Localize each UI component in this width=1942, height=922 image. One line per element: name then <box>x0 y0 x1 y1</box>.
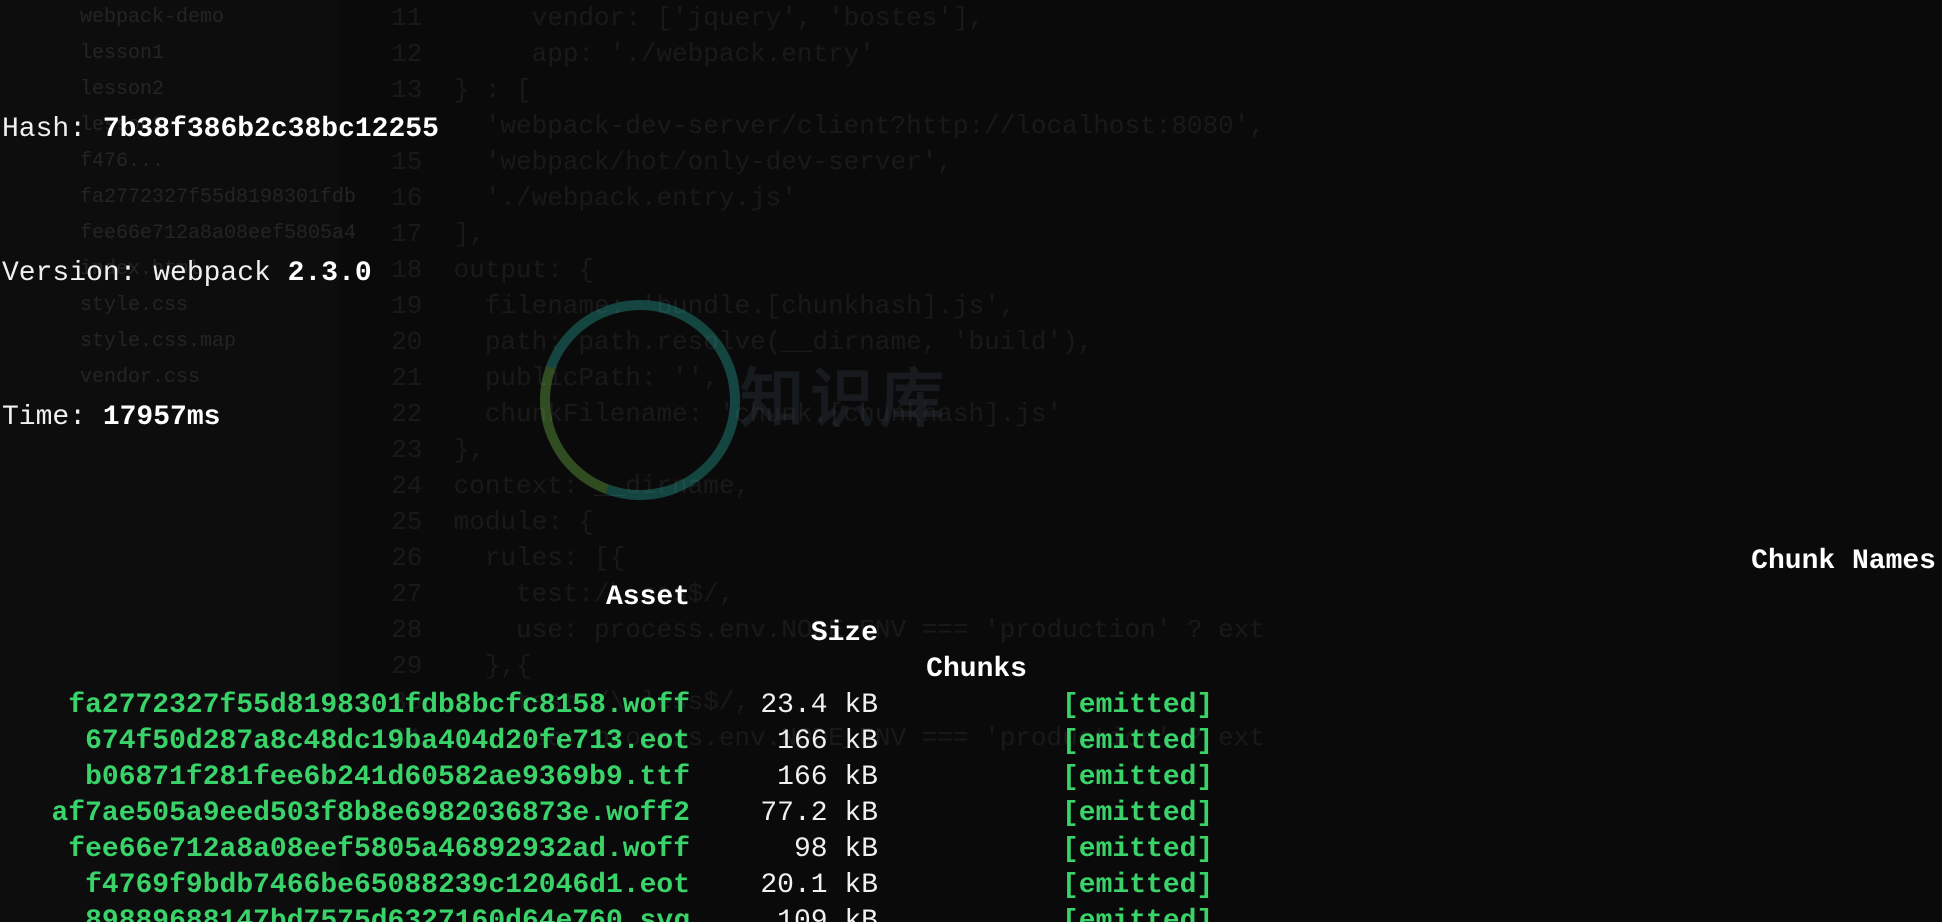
asset-size: 166 kB <box>710 760 878 796</box>
version-line: Version: webpack 2.3.0 <box>2 256 1940 292</box>
hdr-chunk-names: Chunk Names <box>1751 544 1936 580</box>
asset-size: 20.1 kB <box>710 868 878 904</box>
asset-emitted: [emitted] <box>1062 904 1222 922</box>
table-row: b06871f281fee6b241d60582ae9369b9.ttf 166 … <box>2 760 1940 796</box>
hdr-chunks: Chunks <box>897 652 1027 688</box>
time-value: 17957ms <box>103 402 221 433</box>
hash-value: 7b38f386b2c38bc12255 <box>103 114 439 145</box>
version-value: 2.3.0 <box>288 258 372 289</box>
asset-size: 166 kB <box>710 724 878 760</box>
table-row: fa2772327f55d8198301fdb8bcfc8158.woff 23.… <box>2 688 1940 724</box>
hdr-asset: Asset <box>2 580 690 616</box>
asset-name: f4769f9bdb7466be65088239c12046d1.eot <box>2 868 690 904</box>
asset-emitted: [emitted] <box>1062 760 1222 796</box>
asset-name: 674f50d287a8c48dc19ba404d20fe713.eot <box>2 724 690 760</box>
asset-size: 77.2 kB <box>710 796 878 832</box>
asset-size: 23.4 kB <box>710 688 878 724</box>
asset-emitted: [emitted] <box>1062 832 1222 868</box>
asset-size: 98 kB <box>710 832 878 868</box>
asset-name: fee66e712a8a08eef5805a46892932ad.woff <box>2 832 690 868</box>
time-label: Time: <box>2 402 103 433</box>
hdr-size: Size <box>710 616 878 652</box>
asset-size: 109 kB <box>710 904 878 922</box>
asset-emitted: [emitted] <box>1062 868 1222 904</box>
table-header: Asset Size Chunks Chunk Names <box>2 544 1940 580</box>
table-row: 89889688147bd7575d6327160d64e760.svg 109 … <box>2 904 1940 922</box>
asset-emitted: [emitted] <box>1062 724 1222 760</box>
asset-name: af7ae505a9eed503f8b8e6982036873e.woff2 <box>2 796 690 832</box>
terminal-output: Hash: 7b38f386b2c38bc12255 Version: webp… <box>0 0 1942 922</box>
version-label: Version: webpack <box>2 258 288 289</box>
asset-name: b06871f281fee6b241d60582ae9369b9.ttf <box>2 760 690 796</box>
asset-emitted: [emitted] <box>1062 688 1222 724</box>
hash-label: Hash: <box>2 114 103 145</box>
asset-name: 89889688147bd7575d6327160d64e760.svg <box>2 904 690 922</box>
time-line: Time: 17957ms <box>2 400 1940 436</box>
table-row: af7ae505a9eed503f8b8e6982036873e.woff2 77… <box>2 796 1940 832</box>
table-row: f4769f9bdb7466be65088239c12046d1.eot 20.1… <box>2 868 1940 904</box>
hash-line: Hash: 7b38f386b2c38bc12255 <box>2 112 1940 148</box>
asset-emitted: [emitted] <box>1062 796 1222 832</box>
table-row: fee66e712a8a08eef5805a46892932ad.woff 98 … <box>2 832 1940 868</box>
table-row: 674f50d287a8c48dc19ba404d20fe713.eot 166 … <box>2 724 1940 760</box>
asset-name: fa2772327f55d8198301fdb8bcfc8158.woff <box>2 688 690 724</box>
